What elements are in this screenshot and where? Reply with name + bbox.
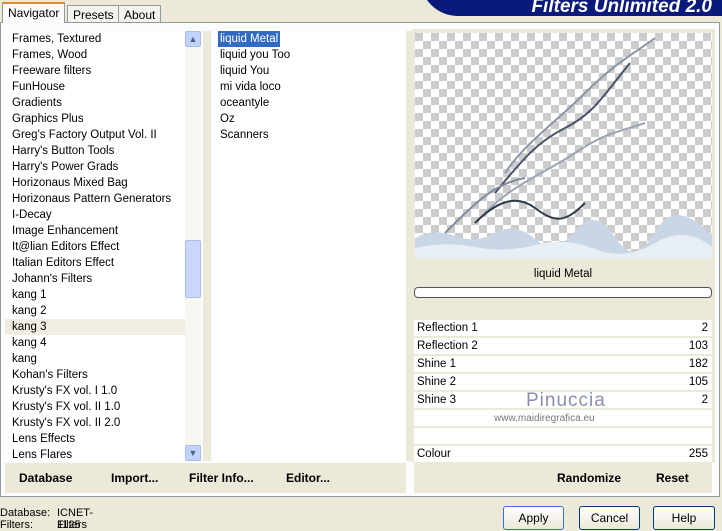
filter-item[interactable]: mi vida loco <box>213 79 406 95</box>
param-row[interactable]: Shine 1 182 <box>414 356 712 372</box>
category-item[interactable]: Italian Editors Effect <box>5 255 185 271</box>
filter-item-label: Oz <box>220 113 235 125</box>
watermark-url: www.maidiregrafica.eu <box>494 413 595 424</box>
category-item[interactable]: Graphics Plus <box>5 111 185 127</box>
category-item[interactable]: FunHouse <box>5 79 185 95</box>
scroll-thumb[interactable] <box>185 240 201 298</box>
filter-item[interactable]: Scanners <box>213 127 406 143</box>
param-value: 2 <box>701 322 708 334</box>
category-item[interactable]: Kohan's Filters <box>5 367 185 383</box>
category-item[interactable]: Krusty's FX vol. II 2.0 <box>5 415 185 431</box>
filter-info-button[interactable]: Filter Info... <box>189 471 254 485</box>
filter-item-label: liquid You <box>220 65 270 77</box>
randomize-button[interactable]: Randomize <box>557 471 621 485</box>
tab-presets[interactable]: Presets <box>67 5 120 23</box>
category-item[interactable]: Horizonaus Mixed Bag <box>5 175 185 191</box>
category-item[interactable]: Freeware filters <box>5 63 185 79</box>
param-label: Reflection 2 <box>417 340 478 352</box>
param-value: 182 <box>688 358 708 370</box>
filter-item[interactable]: liquid you Too <box>213 47 406 63</box>
param-row[interactable]: Colour 255 <box>414 446 712 462</box>
import-button[interactable]: Import... <box>111 471 158 485</box>
category-scrollbar[interactable]: ▲ ▼ <box>185 31 201 461</box>
app-logo: Filters Unlimited 2.0 <box>420 0 722 16</box>
tab-navigator[interactable]: Navigator <box>2 2 66 23</box>
category-item[interactable]: Frames, Textured <box>5 31 185 47</box>
status-filters-value: 1125 <box>57 519 81 531</box>
param-row[interactable]: Reflection 1 2 <box>414 320 712 336</box>
category-item[interactable]: kang 1 <box>5 287 185 303</box>
filter-list[interactable]: liquid Metal liquid you Too liquid You mi v… <box>213 31 406 461</box>
category-item[interactable]: Frames, Wood <box>5 47 185 63</box>
filter-item-label: mi vida loco <box>220 81 281 93</box>
database-button[interactable]: Database <box>19 471 72 485</box>
cancel-button[interactable]: Cancel <box>579 506 640 530</box>
filter-item-label: liquid Metal <box>218 31 281 47</box>
category-item[interactable]: kang <box>5 351 185 367</box>
category-item[interactable]: kang 2 <box>5 303 185 319</box>
filter-item[interactable]: oceantyle <box>213 95 406 111</box>
param-row[interactable] <box>414 428 712 444</box>
tab-about[interactable]: About <box>118 5 162 23</box>
status-filters-label: Filters: <box>0 519 33 531</box>
status-database-label: Database: <box>0 507 51 519</box>
param-label: Reflection 1 <box>417 322 478 334</box>
category-item[interactable]: Harry's Button Tools <box>5 143 185 159</box>
param-value: 255 <box>688 448 708 460</box>
category-item[interactable]: It@lian Editors Effect <box>5 239 185 255</box>
status-filters: Filters: 1125 <box>0 519 81 531</box>
progress-bar <box>414 287 712 298</box>
filter-item-label: oceantyle <box>220 97 270 109</box>
scroll-up-button[interactable]: ▲ <box>185 31 201 47</box>
filter-item[interactable]: liquid Metal <box>213 31 406 47</box>
param-row[interactable]: Reflection 2 103 <box>414 338 712 354</box>
param-value: 2 <box>701 394 708 406</box>
filter-item-label: Scanners <box>220 129 269 141</box>
param-row[interactable]: Shine 2 105 <box>414 374 712 390</box>
category-item[interactable]: Image Enhancement <box>5 223 185 239</box>
status-database: Database: ICNET-Filters <box>0 507 93 531</box>
category-item[interactable]: Lens Effects <box>5 431 185 447</box>
category-item[interactable]: I-Decay <box>5 207 185 223</box>
apply-button[interactable]: Apply <box>503 506 564 530</box>
param-label: Colour <box>417 448 451 460</box>
scroll-down-button[interactable]: ▼ <box>185 445 201 461</box>
watermark: Pinuccia <box>526 390 606 411</box>
preview-image <box>415 33 712 259</box>
category-item[interactable]: Greg's Factory Output Vol. II <box>5 127 185 143</box>
param-value: 105 <box>688 376 708 388</box>
category-item[interactable]: Horizonaus Pattern Generators <box>5 191 185 207</box>
category-list[interactable]: Frames, Textured Frames, Wood Freeware fil… <box>5 31 185 461</box>
category-item[interactable]: Gradients <box>5 95 185 111</box>
help-button[interactable]: Help <box>653 506 715 530</box>
filter-item[interactable]: liquid You <box>213 63 406 79</box>
category-item[interactable]: kang 4 <box>5 335 185 351</box>
filter-item[interactable]: Oz <box>213 111 406 127</box>
category-item[interactable]: Lens Flares <box>5 447 185 463</box>
filter-item-label: liquid you Too <box>220 49 291 61</box>
category-item[interactable]: Harry's Power Grads <box>5 159 185 175</box>
param-value: 103 <box>688 340 708 352</box>
divider <box>203 31 211 461</box>
editor-button[interactable]: Editor... <box>286 471 330 485</box>
param-label: Shine 3 <box>417 394 457 406</box>
category-item[interactable]: kang 3 <box>5 319 185 335</box>
filter-name-label: liquid Metal <box>533 268 593 280</box>
category-item[interactable]: Krusty's FX vol. I 1.0 <box>5 383 185 399</box>
category-item[interactable]: Johann's Filters <box>5 271 185 287</box>
param-label: Shine 2 <box>417 376 457 388</box>
category-item[interactable]: Krusty's FX vol. II 1.0 <box>5 399 185 415</box>
param-label: Shine 1 <box>417 358 457 370</box>
reset-button[interactable]: Reset <box>656 471 689 485</box>
